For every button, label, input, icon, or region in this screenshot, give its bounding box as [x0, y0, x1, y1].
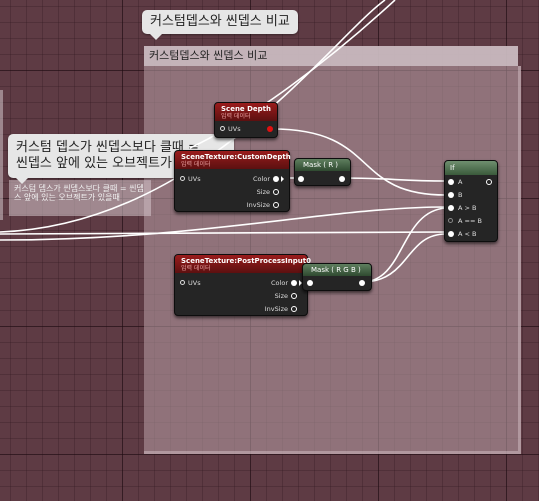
mask-rgb-header[interactable]: Mask ( R G B )	[303, 264, 371, 276]
scene-depth-title: Scene Depth	[221, 105, 272, 113]
scene-depth-uvs-label: UVs	[228, 125, 241, 133]
post-process-color-label: Color	[271, 279, 288, 287]
post-process-size-pin[interactable]	[291, 293, 297, 299]
if-b-pin[interactable]	[448, 192, 454, 198]
if-a-lt-b-pin[interactable]	[448, 231, 454, 237]
scene-depth-output-pin[interactable]	[267, 126, 273, 132]
mask-rgb-input-pin[interactable]	[307, 280, 313, 286]
custom-depth-invsize-label: InvSize	[246, 201, 270, 209]
mask-rgb-output-pin[interactable]	[359, 280, 365, 286]
mask-r-input-pin[interactable]	[298, 176, 304, 182]
custom-depth-color-label: Color	[253, 175, 270, 183]
if-header[interactable]: If	[445, 161, 497, 175]
scene-depth-uvs-pin[interactable]	[220, 126, 225, 131]
mask-r-node[interactable]: Mask ( R )	[294, 158, 351, 186]
post-process-subtitle: 입력 데이터	[181, 265, 211, 272]
post-process-size-label: Size	[274, 292, 288, 300]
if-a-eq-b-label: A == B	[458, 217, 482, 225]
wire-mask-r-to-a	[341, 177, 447, 182]
custom-depth-node[interactable]: SceneTexture:CustomDepth 입력 데이터 UVs Colo…	[174, 150, 291, 212]
custom-depth-invsize-pin[interactable]	[273, 202, 279, 208]
custom-depth-size-label: Size	[256, 188, 270, 196]
custom-depth-color-arrow	[281, 176, 284, 182]
mask-rgb-node[interactable]: Mask ( R G B )	[302, 263, 372, 291]
custom-depth-title: SceneTexture:CustomDepth	[181, 153, 291, 161]
if-node[interactable]: If A B A > B A == B A < B	[444, 160, 498, 242]
post-process-invsize-pin[interactable]	[291, 306, 297, 312]
if-a-gt-b-pin[interactable]	[448, 205, 454, 211]
custom-depth-size-pin[interactable]	[273, 189, 279, 195]
if-a-lt-b-label: A < B	[458, 230, 477, 238]
post-process-title: SceneTexture:PostProcessInput0	[181, 257, 311, 265]
wire-mask-rgb-to-if-2	[361, 233, 447, 283]
wire-mask-rgb-to-if	[361, 207, 447, 283]
post-process-uvs-label: UVs	[188, 279, 201, 287]
if-b-label: B	[458, 191, 463, 199]
if-output-pin[interactable]	[486, 179, 492, 185]
custom-depth-uvs-pin[interactable]	[180, 176, 185, 181]
custom-depth-subtitle: 입력 데이터	[181, 161, 211, 168]
post-process-input-node[interactable]: SceneTexture:PostProcessInput0 입력 데이터 UV…	[174, 254, 311, 316]
custom-depth-uvs-label: UVs	[188, 175, 201, 183]
post-process-header[interactable]: SceneTexture:PostProcessInput0 입력 데이터	[175, 255, 311, 273]
post-process-uvs-pin[interactable]	[180, 280, 185, 285]
scene-depth-header[interactable]: Scene Depth 입력 데이터	[215, 103, 277, 121]
scene-depth-node[interactable]: Scene Depth 입력 데이터 UVs	[214, 102, 278, 138]
mask-r-output-pin[interactable]	[339, 176, 345, 182]
if-a-eq-b-pin[interactable]	[448, 218, 453, 223]
custom-depth-header[interactable]: SceneTexture:CustomDepth 입력 데이터	[175, 151, 291, 169]
if-a-pin[interactable]	[448, 179, 454, 185]
scene-depth-subtitle: 입력 데이터	[221, 113, 251, 120]
mask-r-header[interactable]: Mask ( R )	[295, 159, 350, 171]
if-a-gt-b-label: A > B	[458, 204, 477, 212]
wire-layer	[0, 0, 447, 283]
custom-depth-color-pin[interactable]	[273, 176, 279, 182]
if-a-label: A	[458, 178, 463, 186]
wire-line-to-a-lt-b	[0, 231, 447, 235]
post-process-invsize-label: InvSize	[264, 305, 288, 313]
post-process-color-pin[interactable]	[291, 280, 297, 286]
